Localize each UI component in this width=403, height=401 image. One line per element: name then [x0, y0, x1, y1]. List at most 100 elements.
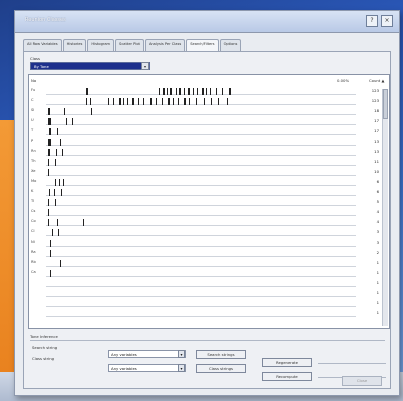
row-tick: [196, 98, 197, 106]
table-row[interactable]: Rb 1: [29, 259, 389, 269]
table-row[interactable]: Tl 5: [29, 198, 389, 208]
row-track: [46, 300, 356, 308]
row-tick: [132, 98, 134, 106]
row-track: [46, 148, 356, 156]
row-count: 123: [371, 98, 379, 104]
tab-4[interactable]: Analysis Per Class: [144, 39, 186, 51]
row-tick: [57, 128, 58, 136]
table-row[interactable]: Ni 3: [29, 239, 389, 249]
close-button[interactable]: Close: [342, 376, 382, 386]
row-tick: [193, 88, 194, 95]
row-track: [46, 199, 356, 207]
table-row[interactable]: U 17: [29, 117, 389, 127]
row-label: Co: [31, 219, 36, 224]
class-strings-button[interactable]: Class strings: [196, 364, 246, 373]
row-label: Cs: [31, 209, 36, 214]
tab-0[interactable]: All Row Variables: [23, 39, 62, 51]
chevron-down-icon[interactable]: ▾: [178, 364, 185, 372]
row-track: [46, 88, 356, 95]
row-tick: [48, 168, 49, 176]
class-grid: No 0.00% Count ▲ Fu 123 C 123 Sl 18 U 17 T 17 P 13 R…: [28, 74, 390, 329]
row-tick: [90, 98, 91, 106]
row-tick: [179, 88, 181, 95]
tab-1[interactable]: Histories: [62, 39, 87, 51]
row-tick: [48, 158, 49, 166]
row-tick: [91, 108, 92, 116]
tab-3[interactable]: Scatter Plot: [115, 39, 144, 51]
row-label: T: [31, 128, 34, 133]
class-dropdown[interactable]: By Tone ▾: [30, 62, 150, 70]
chevron-down-icon[interactable]: ▾: [178, 350, 185, 358]
row-tick: [204, 98, 205, 106]
row-tick: [86, 88, 88, 95]
class-string-select[interactable]: Any variables ▾: [108, 364, 186, 372]
row-track: [46, 219, 356, 227]
row-label: Xe: [31, 168, 36, 173]
row-tick: [167, 88, 168, 95]
row-tick: [48, 219, 49, 227]
help-icon[interactable]: ?: [366, 15, 378, 27]
table-row[interactable]: 1: [29, 289, 389, 299]
row-count: 4: [376, 219, 379, 225]
progress-line-1: [318, 363, 386, 364]
row-label: Ca: [31, 269, 36, 274]
table-row[interactable]: 1: [29, 299, 389, 309]
row-tick: [63, 178, 64, 186]
recompute-button[interactable]: Recompute: [262, 372, 312, 381]
row-track: [46, 108, 356, 116]
row-tick: [48, 138, 51, 146]
regenerate-button[interactable]: Regenerate: [262, 358, 312, 367]
row-label: U: [31, 118, 34, 123]
row-count: 6: [376, 178, 379, 184]
row-track: [46, 118, 356, 126]
grid-header-pct: 0.00%: [337, 78, 350, 83]
close-icon[interactable]: ×: [381, 15, 393, 27]
row-tick: [55, 158, 56, 166]
row-tick: [48, 118, 51, 126]
window-title: Reunion Classes: [25, 17, 66, 23]
table-row[interactable]: K6: [29, 188, 389, 198]
table-row[interactable]: 1: [29, 309, 389, 319]
row-tick: [58, 229, 59, 237]
table-row[interactable]: Ca 1: [29, 269, 389, 279]
table-row[interactable]: Sl 18: [29, 107, 389, 117]
table-row[interactable]: Rn 13: [29, 148, 389, 158]
table-row[interactable]: Xe 10: [29, 168, 389, 178]
row-count: 1: [376, 269, 379, 275]
tab-2[interactable]: Histogram: [87, 39, 115, 51]
chevron-down-icon[interactable]: ▾: [141, 62, 149, 70]
row-tick: [50, 249, 51, 257]
row-tick: [119, 98, 121, 106]
table-row[interactable]: P 13: [29, 138, 389, 148]
row-tick: [216, 88, 217, 95]
row-track: [46, 239, 356, 247]
row-track: [46, 178, 356, 186]
table-row[interactable]: T 17: [29, 127, 389, 137]
table-row[interactable]: Th 11: [29, 158, 389, 168]
row-label: Fu: [31, 88, 36, 92]
row-track: [46, 259, 356, 267]
row-tick: [222, 88, 223, 95]
table-row[interactable]: 1: [29, 279, 389, 289]
search-string-select[interactable]: Any variables ▾: [108, 350, 186, 358]
table-row[interactable]: Ra 2: [29, 249, 389, 259]
table-row[interactable]: Co 4: [29, 218, 389, 228]
table-row[interactable]: Cl 3: [29, 228, 389, 238]
table-row[interactable]: Mo 6: [29, 178, 389, 188]
tab-panel: Class By Tone ▾ No 0.00% Count ▲ Fu 123 C 1…: [23, 51, 391, 389]
row-tick: [72, 118, 73, 126]
row-tick: [150, 98, 152, 106]
row-tick: [48, 199, 49, 207]
grid-header-count[interactable]: Count ▲: [369, 78, 384, 83]
table-row[interactable]: Fu 123: [29, 87, 389, 97]
row-tick: [138, 98, 139, 106]
row-tick: [211, 98, 212, 106]
row-count: 10: [374, 168, 379, 174]
table-row[interactable]: C 123: [29, 97, 389, 107]
row-track: [46, 279, 356, 287]
search-strings-button[interactable]: Search strings: [196, 350, 246, 359]
tab-5[interactable]: Search/Filters: [186, 39, 219, 51]
row-tick: [60, 259, 61, 267]
table-row[interactable]: Cs 4: [29, 208, 389, 218]
tab-6[interactable]: Options: [219, 39, 242, 51]
